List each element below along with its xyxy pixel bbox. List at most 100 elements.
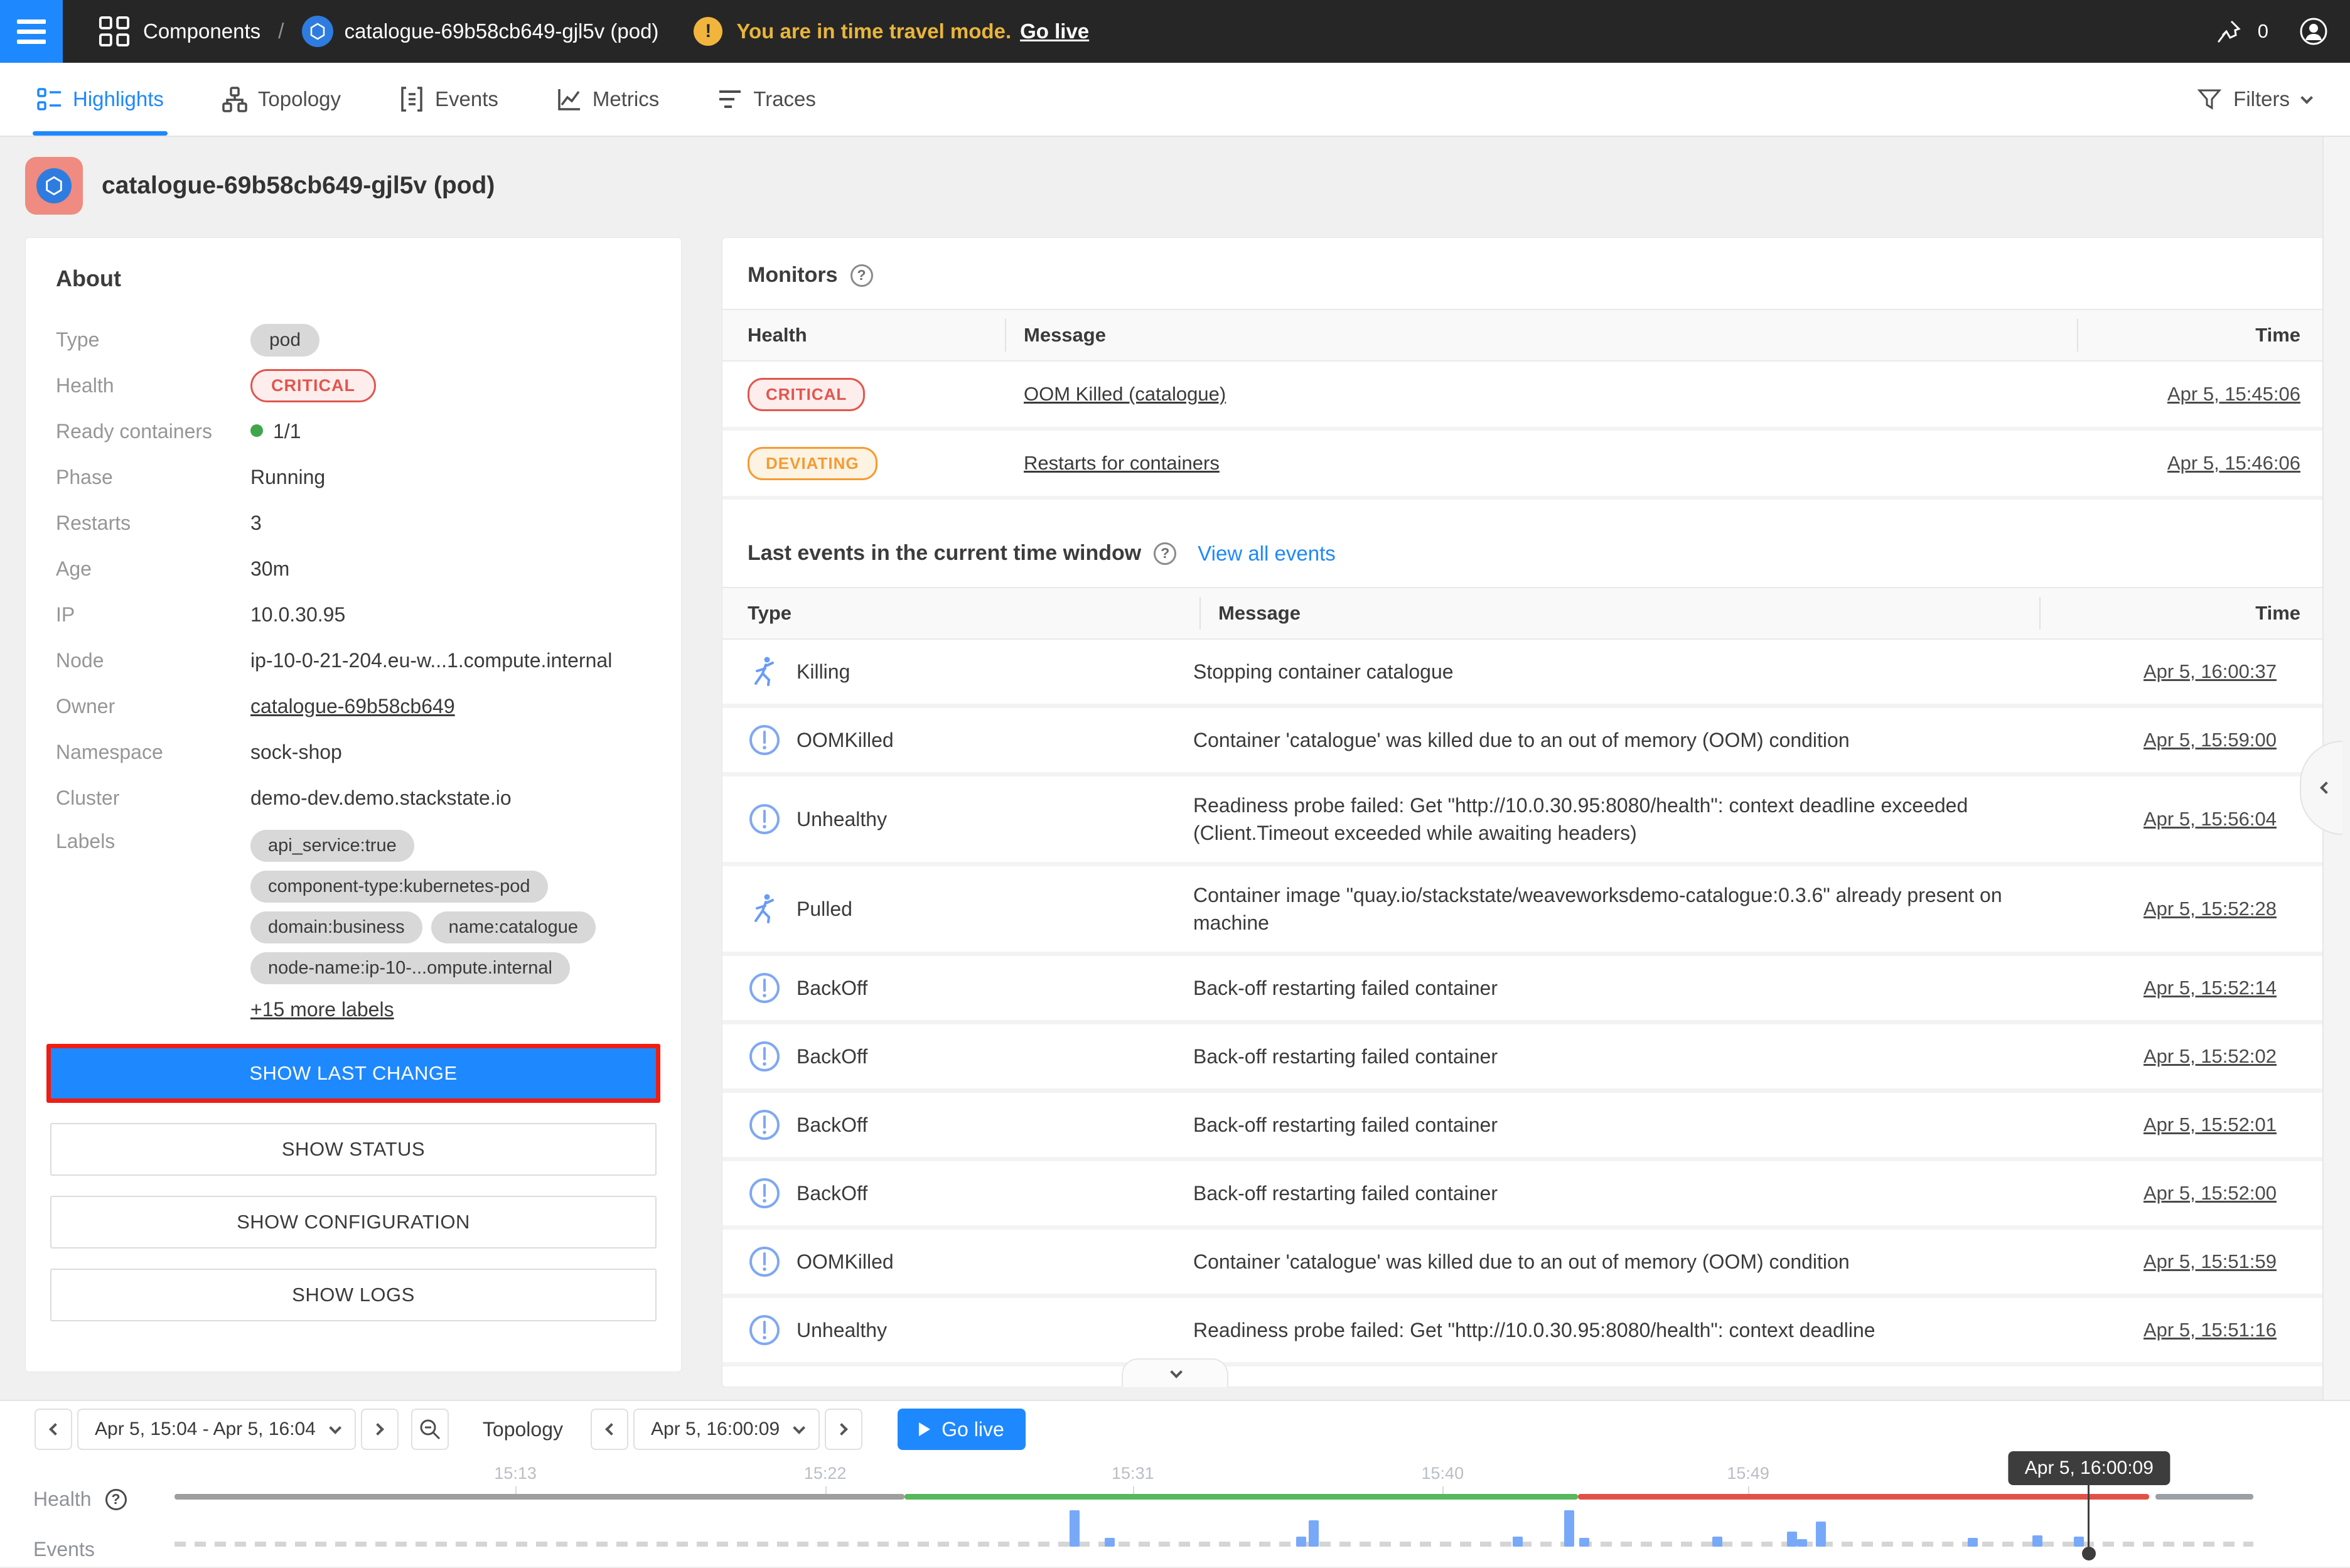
event-row: BackOff Back-off restarting failed conta… xyxy=(722,1093,2326,1161)
pod-icon xyxy=(302,16,333,47)
event-time-link[interactable]: Apr 5, 15:51:59 xyxy=(2015,1250,2277,1273)
time-range-dropdown[interactable]: Apr 5, 15:04 - Apr 5, 16:04 xyxy=(77,1409,356,1450)
avatar[interactable] xyxy=(2299,16,2329,46)
event-bar xyxy=(1296,1537,1306,1547)
about-action-button[interactable]: SHOW CONFIGURATION xyxy=(50,1196,657,1248)
event-type-icon xyxy=(748,802,781,836)
event-time-link[interactable]: Apr 5, 16:00:37 xyxy=(2015,660,2277,683)
events-row-label: Events xyxy=(33,1538,95,1561)
event-type-icon xyxy=(748,892,781,926)
time-marker-tooltip: Apr 5, 16:00:09 xyxy=(2009,1451,2170,1485)
alert-circle-icon xyxy=(748,971,781,1005)
breadcrumb-components[interactable]: Components xyxy=(143,19,260,43)
range-next-button[interactable] xyxy=(361,1409,399,1450)
label-pill: node-name:ip-10-...ompute.internal xyxy=(250,952,570,984)
go-live-button[interactable]: Go live xyxy=(898,1409,1026,1450)
monitor-time-link[interactable]: Apr 5, 15:46:06 xyxy=(2077,452,2300,475)
pin-icon[interactable] xyxy=(2214,16,2244,46)
tab[interactable]: Traces xyxy=(717,63,816,136)
event-time-link[interactable]: Apr 5, 15:52:14 xyxy=(2015,977,2277,999)
range-prev-button[interactable] xyxy=(35,1409,72,1450)
breadcrumb: Components / catalogue-69b58cb649-gjl5v … xyxy=(98,15,658,48)
zoom-out-icon xyxy=(418,1417,442,1441)
time-prev-button[interactable] xyxy=(591,1409,628,1450)
about-row: Type pod xyxy=(26,317,681,363)
help-icon[interactable]: ? xyxy=(105,1489,127,1510)
monitor-message-link[interactable]: Restarts for containers xyxy=(1005,452,2077,475)
event-bar xyxy=(1105,1538,1115,1547)
collapse-events-tab[interactable] xyxy=(1122,1358,1228,1387)
event-bar xyxy=(1968,1538,1978,1547)
event-type-label: Killing xyxy=(797,660,850,684)
monitor-row: DEVIATING Restarts for containers Apr 5,… xyxy=(722,431,2326,500)
about-row-label: Namespace xyxy=(56,741,250,764)
time-marker-line xyxy=(2088,1485,2090,1553)
tick-label: 15:31 xyxy=(1112,1464,1154,1483)
filters-button[interactable]: Filters xyxy=(2197,63,2350,136)
time-next-button[interactable] xyxy=(825,1409,862,1450)
hamburger-menu-icon[interactable] xyxy=(0,0,63,63)
time-travel-text: You are in time travel mode. xyxy=(736,19,1011,43)
tab-label: Traces xyxy=(753,87,816,111)
alert-circle-icon xyxy=(748,802,781,836)
event-bar xyxy=(1712,1537,1722,1547)
topology-time-dropdown[interactable]: Apr 5, 16:00:09 xyxy=(633,1409,820,1450)
event-time-link[interactable]: Apr 5, 15:52:28 xyxy=(2015,898,2277,920)
tab[interactable]: Topology xyxy=(222,63,341,136)
breadcrumb-entity[interactable]: catalogue-69b58cb649-gjl5v (pod) xyxy=(345,19,659,43)
go-live-link[interactable]: Go live xyxy=(1020,19,1089,43)
event-row: BackOff Back-off restarting failed conta… xyxy=(722,1024,2326,1093)
status-badge: DEVIATING xyxy=(748,447,877,480)
monitor-time-link[interactable]: Apr 5, 15:45:06 xyxy=(2077,383,2300,405)
more-labels-link[interactable]: +15 more labels xyxy=(250,998,394,1021)
about-rows: Type pod Health CRITICAL Ready container… xyxy=(26,317,681,821)
about-row-value: Running xyxy=(250,466,325,489)
event-type-label: Unhealthy xyxy=(797,1319,887,1342)
event-time-link[interactable]: Apr 5, 15:52:00 xyxy=(2015,1182,2277,1205)
event-type-label: Pulled xyxy=(797,898,852,921)
event-time-link[interactable]: Apr 5, 15:59:00 xyxy=(2015,729,2277,751)
events-icon xyxy=(399,86,425,112)
help-icon[interactable]: ? xyxy=(1154,542,1176,565)
event-row: BackOff Back-off restarting failed conta… xyxy=(722,956,2326,1024)
event-row: Unhealthy Readiness probe failed: Get "h… xyxy=(722,1298,2326,1367)
about-action-button[interactable]: SHOW STATUS xyxy=(50,1123,657,1176)
time-travel-banner: ! You are in time travel mode. Go live xyxy=(694,17,1089,46)
time-marker-handle[interactable] xyxy=(2082,1547,2096,1560)
event-time-link[interactable]: Apr 5, 15:51:16 xyxy=(2015,1319,2277,1341)
label-pill: domain:business xyxy=(250,911,422,943)
tab-label: Topology xyxy=(258,87,341,111)
zoom-out-button[interactable] xyxy=(411,1409,449,1450)
event-time-link[interactable]: Apr 5, 15:56:04 xyxy=(2015,808,2277,830)
event-type-label: BackOff xyxy=(797,1182,867,1205)
about-row: Phase Running xyxy=(26,454,681,500)
monitor-message-link[interactable]: OOM Killed (catalogue) xyxy=(1005,383,2077,405)
about-row-label: Phase xyxy=(56,466,250,489)
timeline-chart[interactable]: 15:13 15:22 15:31 15:40 xyxy=(174,1464,2253,1568)
tab[interactable]: Metrics xyxy=(556,63,659,136)
topology-time-label: Topology xyxy=(483,1418,563,1441)
about-row-label: Owner xyxy=(56,695,250,718)
help-icon[interactable]: ? xyxy=(850,264,873,287)
col-health: Health xyxy=(748,310,1005,360)
event-time-link[interactable]: Apr 5, 15:52:01 xyxy=(2015,1114,2277,1136)
about-row-label: Age xyxy=(56,557,250,581)
about-row: IP 10.0.30.95 xyxy=(26,592,681,638)
view-all-events-link[interactable]: View all events xyxy=(1198,542,1336,566)
event-type-label: BackOff xyxy=(797,1114,867,1137)
about-action-button[interactable]: SHOW LAST CHANGE xyxy=(46,1044,660,1103)
tab[interactable]: Highlights xyxy=(36,63,164,136)
event-bar xyxy=(1070,1510,1080,1547)
tab[interactable]: Events xyxy=(399,63,498,136)
events-histogram xyxy=(174,1500,2253,1547)
about-row-value: 10.0.30.95 xyxy=(250,603,345,626)
event-message: Container 'catalogue' was killed due to … xyxy=(1174,726,2015,754)
about-row-value: demo-dev.demo.stackstate.io xyxy=(250,787,512,810)
event-time-link[interactable]: Apr 5, 15:52:02 xyxy=(2015,1045,2277,1068)
about-action-button[interactable]: SHOW LOGS xyxy=(50,1269,657,1321)
activity-runner-icon xyxy=(748,892,781,926)
about-row-label: Cluster xyxy=(56,787,250,810)
event-message: Back-off restarting failed container xyxy=(1174,1043,2015,1070)
about-row-label: Node xyxy=(56,649,250,672)
about-row: Ready containers 1/1 xyxy=(26,409,681,454)
